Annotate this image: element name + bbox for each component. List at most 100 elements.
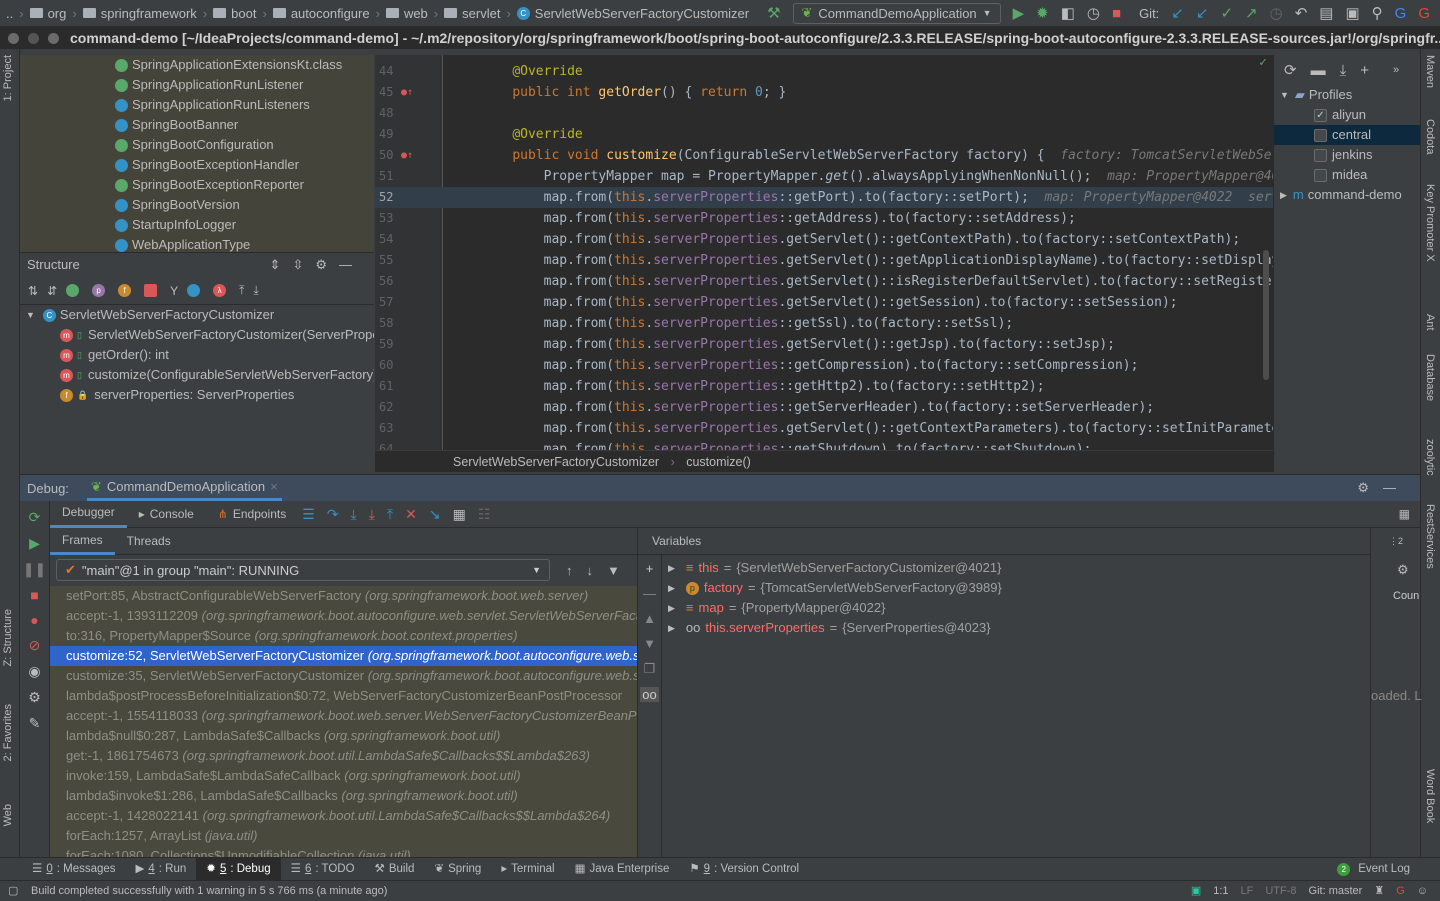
trace-icon[interactable]: ☷: [478, 506, 491, 523]
project-tree-item[interactable]: SpringBootConfiguration: [20, 135, 374, 155]
stack-frame[interactable]: invoke:159, LambdaSafe$LambdaSafeCallbac…: [50, 766, 637, 786]
bottom-tab[interactable]: ⚒ Build: [365, 858, 425, 881]
code-line[interactable]: 54 map.from(this.serverProperties.getSer…: [375, 229, 1273, 250]
project-tree-item[interactable]: SpringBootBanner: [20, 115, 374, 135]
override-marker-icon[interactable]: ●↑: [401, 145, 413, 166]
stack-frame[interactable]: forEach:1257, ArrayList (java.util): [50, 826, 637, 846]
structure-member[interactable]: m ▯ ServletWebServerFactoryCustomizer(Serv…: [20, 325, 374, 345]
cursor-position[interactable]: 1:1: [1213, 881, 1228, 901]
line-separator[interactable]: LF: [1241, 881, 1254, 901]
code-line[interactable]: 49 @Override: [375, 124, 1273, 145]
download-icon[interactable]: ⤓: [1340, 62, 1347, 79]
code-line[interactable]: 62 map.from(this.serverProperties::getSe…: [375, 397, 1273, 418]
maven-project-node[interactable]: ▶ m command-demo: [1274, 185, 1420, 205]
step-over-icon[interactable]: ↷: [327, 506, 339, 523]
tab-maven[interactable]: Maven: [1424, 55, 1436, 88]
tab-zoolytic[interactable]: zoolytic: [1424, 439, 1436, 476]
show-fields-icon[interactable]: f: [118, 284, 132, 297]
stack-frame[interactable]: get:-1, 1861754673 (org.springframework.…: [50, 746, 637, 766]
project-tree-item[interactable]: SpringApplicationRunListener: [20, 75, 374, 95]
camera-icon[interactable]: ◉: [28, 663, 40, 680]
debug-header-icons[interactable]: ⚙—: [1357, 480, 1410, 496]
code-line[interactable]: 48: [375, 103, 1273, 124]
tab-key-promoter-x[interactable]: Key Promoter X: [1424, 184, 1436, 262]
tab-project[interactable]: 1: Project: [2, 55, 14, 101]
stack-frame[interactable]: accept:-1, 1554118033 (org.springframewo…: [50, 706, 637, 726]
sort-alpha-icon[interactable]: ⇅: [28, 284, 38, 298]
stop-icon[interactable]: ■: [1112, 5, 1121, 22]
force-step-into-icon[interactable]: ⤓: [369, 506, 375, 523]
editor-scrollbar[interactable]: [1263, 250, 1269, 380]
expand-arrow-icon[interactable]: ▶: [668, 618, 675, 638]
variable-row[interactable]: ▶ oo this.serverProperties = {ServerProperti…: [638, 618, 1338, 638]
git-history-icon[interactable]: ◷: [1270, 4, 1283, 22]
git-rollback-icon[interactable]: ↶: [1295, 4, 1308, 22]
code-line[interactable]: 55 map.from(this.serverProperties.getSer…: [375, 250, 1273, 271]
stack-frame[interactable]: customize:52, ServletWebServerFactoryCus…: [50, 646, 637, 666]
project-tree-item[interactable]: SpringBootExceptionReporter: [20, 175, 374, 195]
bottom-tab[interactable]: ⚑ 9: Version Control: [679, 858, 809, 881]
breadcrumb-item[interactable]: autoconfigure ›: [272, 6, 380, 21]
git-update-icon[interactable]: ↙: [1171, 4, 1184, 22]
pause-icon[interactable]: ❚❚: [23, 561, 46, 578]
expand-arrow-icon[interactable]: ▼: [1280, 85, 1289, 105]
breadcrumb-item[interactable]: springframework ›: [82, 6, 207, 21]
code-line[interactable]: 57 map.from(this.serverProperties.getSer…: [375, 292, 1273, 313]
git-push-icon[interactable]: ↗: [1245, 4, 1258, 22]
bottom-tab[interactable]: ✹ 5: Debug: [196, 857, 281, 881]
profile-icon[interactable]: ◷: [1087, 4, 1100, 22]
expand-arrow-icon[interactable]: ▼: [26, 305, 35, 325]
toggle-tool-windows-icon[interactable]: ▢: [8, 881, 18, 901]
profile-checkbox[interactable]: [1314, 148, 1327, 162]
breadcrumb-class[interactable]: ServletWebServerFactoryCustomizer: [453, 455, 659, 469]
bottom-tab[interactable]: ▸ Terminal: [491, 858, 564, 881]
move-down-icon[interactable]: ▼: [643, 636, 656, 651]
project-tree-item[interactable]: StartupInfoLogger: [20, 215, 374, 235]
show-non-public-icon[interactable]: [144, 284, 158, 297]
tab-web[interactable]: Web: [2, 804, 14, 826]
code-line[interactable]: 51 PropertyMapper map = PropertyMapper.g…: [375, 166, 1273, 187]
structure-root[interactable]: ▼ C ServletWebServerFactoryCustomizer: [20, 305, 374, 325]
run-configuration-select[interactable]: ❦ CommandDemoApplication ▼: [792, 2, 1001, 24]
code-line[interactable]: 64 map.from(this.serverProperties::getSh…: [375, 439, 1273, 450]
reload-icon[interactable]: ⟳: [1284, 61, 1297, 79]
profile-checkbox[interactable]: [1314, 168, 1327, 182]
project-structure-icon[interactable]: ▤: [1319, 4, 1333, 22]
code-line[interactable]: 53 map.from(this.serverProperties::getAd…: [375, 208, 1273, 229]
git-branch[interactable]: Git: master: [1309, 881, 1363, 901]
inspector-icon[interactable]: ☺: [1417, 881, 1428, 901]
profiles-node[interactable]: ▼ ▰ Profiles: [1274, 85, 1420, 105]
frame-down-icon[interactable]: ↓: [587, 563, 594, 578]
step-out-icon[interactable]: ⤒: [387, 506, 393, 523]
code-line[interactable]: 60 map.from(this.serverProperties::getCo…: [375, 355, 1273, 376]
rerun-icon[interactable]: ⟳: [29, 509, 41, 526]
profile-item[interactable]: jenkins: [1274, 145, 1420, 165]
evaluate-expression-icon[interactable]: ▦: [453, 506, 466, 523]
code-line[interactable]: 59 map.from(this.serverProperties.getSer…: [375, 334, 1273, 355]
variable-row[interactable]: ▶ ≡ this = {ServletWebServerFactoryCustomize…: [638, 558, 1338, 578]
stack-frame[interactable]: accept:-1, 1428022141 (org.springframewo…: [50, 806, 637, 826]
code-line[interactable]: 50 public void customize(ConfigurableSer…: [375, 145, 1273, 166]
variables-list[interactable]: ▶ ≡ this = {ServletWebServerFactoryCustomize…: [638, 558, 1338, 638]
watches-icon[interactable]: oo: [640, 687, 659, 702]
bottom-tab[interactable]: ❦ Spring: [424, 858, 491, 881]
close-window-button[interactable]: [8, 33, 19, 44]
tab-structure[interactable]: Z: Structure: [2, 609, 14, 666]
profile-item[interactable]: ✓ aliyun: [1274, 105, 1420, 125]
stop-icon[interactable]: ■: [30, 587, 38, 603]
step-into-icon[interactable]: ⤓: [351, 506, 357, 523]
breadcrumb-item[interactable]: C ServletWebServerFactoryCustomizer: [516, 6, 749, 21]
stack-frame[interactable]: lambda$postProcessBeforeInitialization$0…: [50, 686, 637, 706]
minimize-window-button[interactable]: [28, 33, 39, 44]
show-lambdas-icon[interactable]: Y: [170, 284, 178, 298]
expand-arrow-icon[interactable]: ▶: [668, 558, 675, 578]
stack-frame[interactable]: lambda$invoke$1:286, LambdaSafe$Callback…: [50, 786, 637, 806]
profile-checkbox[interactable]: [1314, 128, 1327, 142]
breadcrumb-item[interactable]: org ›: [29, 6, 77, 21]
expand-arrow-icon[interactable]: ▶: [1280, 185, 1287, 205]
tab-favorites[interactable]: 2: Favorites: [2, 704, 14, 761]
bottom-tab[interactable]: ☰ 6: TODO: [281, 858, 365, 881]
google-icon[interactable]: G: [1396, 881, 1405, 901]
frame-up-icon[interactable]: ↑: [566, 563, 573, 578]
add-icon[interactable]: +: [1360, 62, 1369, 79]
